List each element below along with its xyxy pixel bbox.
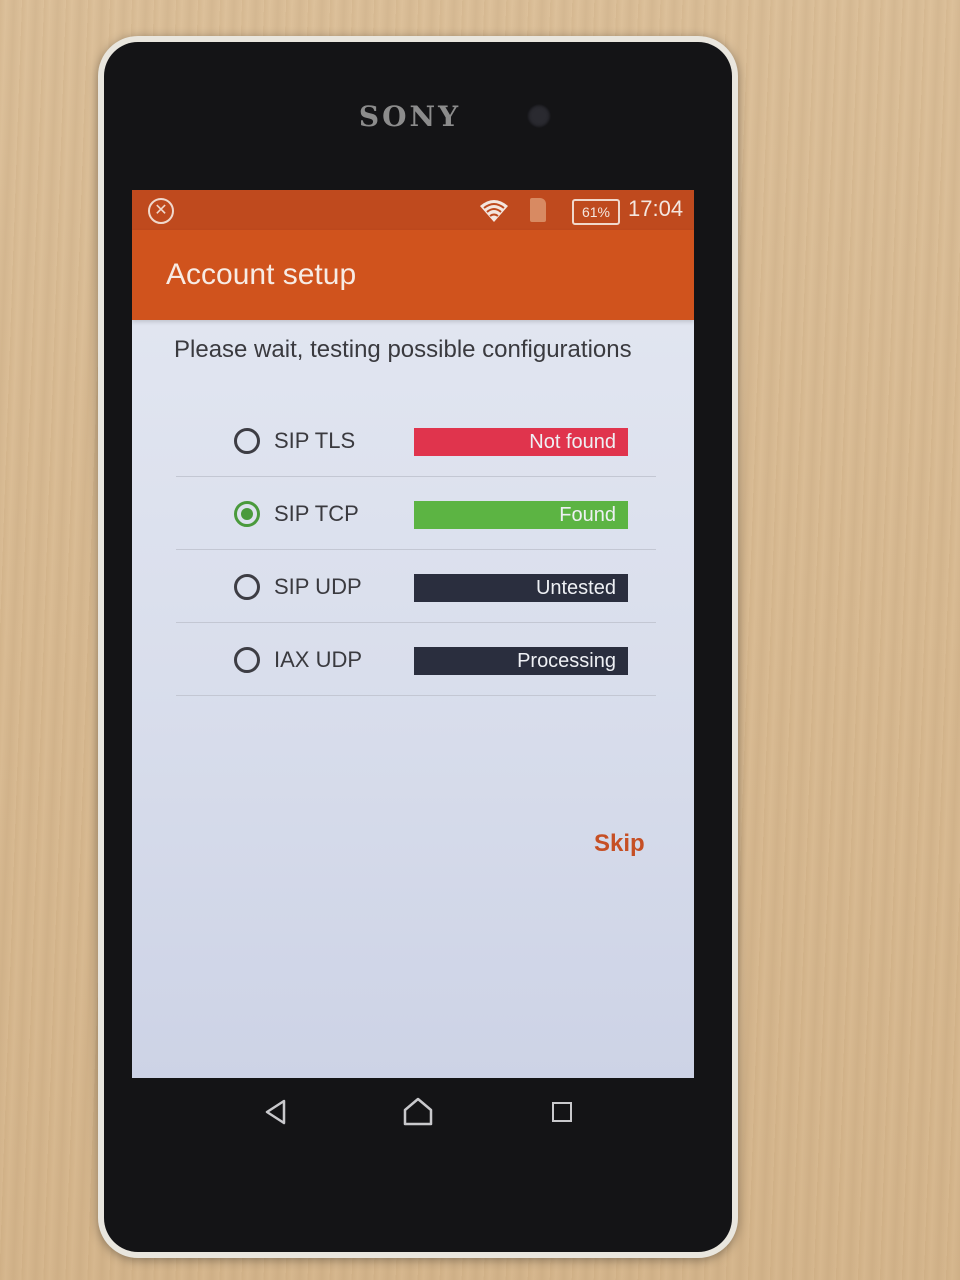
home-icon[interactable]	[402, 1096, 434, 1126]
option-label: SIP TLS	[274, 428, 356, 453]
option-row-sip-tcp[interactable]: SIP TCP Found	[176, 477, 656, 550]
status-time: 17:04	[628, 196, 684, 221]
option-label: SIP UDP	[274, 574, 362, 599]
screen: ✕ 61% 17:04 Account setup Please wait, t…	[132, 190, 694, 1078]
skip-button[interactable]: Skip	[594, 830, 645, 858]
wifi-icon	[480, 200, 508, 222]
configuration-list: SIP TLS Not found SIP TCP Found SIP UDP …	[176, 404, 656, 696]
status-badge: Untested	[414, 574, 628, 602]
instruction-text: Please wait, testing possible configurat…	[174, 336, 632, 363]
front-camera	[527, 104, 551, 128]
status-badge: Processing	[414, 647, 628, 675]
option-row-sip-tls[interactable]: SIP TLS Not found	[176, 404, 656, 477]
battery-indicator: 61%	[572, 199, 620, 225]
device-brand: SONY	[358, 100, 462, 133]
recent-apps-icon[interactable]	[552, 1102, 572, 1122]
option-label: IAX UDP	[274, 647, 363, 672]
navigation-bar	[160, 1080, 680, 1150]
app-bar: Account setup	[132, 230, 694, 320]
close-circle-icon[interactable]: ✕	[148, 198, 174, 224]
back-triangle-icon[interactable]	[262, 1098, 290, 1126]
option-row-iax-udp[interactable]: IAX UDP Processing	[176, 623, 656, 696]
status-bar: ✕ 61% 17:04	[132, 190, 694, 230]
status-badge: Not found	[414, 428, 628, 456]
page-title: Account setup	[166, 258, 357, 291]
status-badge: Found	[414, 501, 628, 529]
radio-button[interactable]	[234, 574, 260, 600]
radio-button[interactable]	[234, 501, 260, 527]
option-label: SIP TCP	[274, 501, 359, 526]
sim-alert-icon	[530, 198, 546, 222]
option-row-sip-udp[interactable]: SIP UDP Untested	[176, 550, 656, 623]
radio-button[interactable]	[234, 647, 260, 673]
radio-button[interactable]	[234, 428, 260, 454]
